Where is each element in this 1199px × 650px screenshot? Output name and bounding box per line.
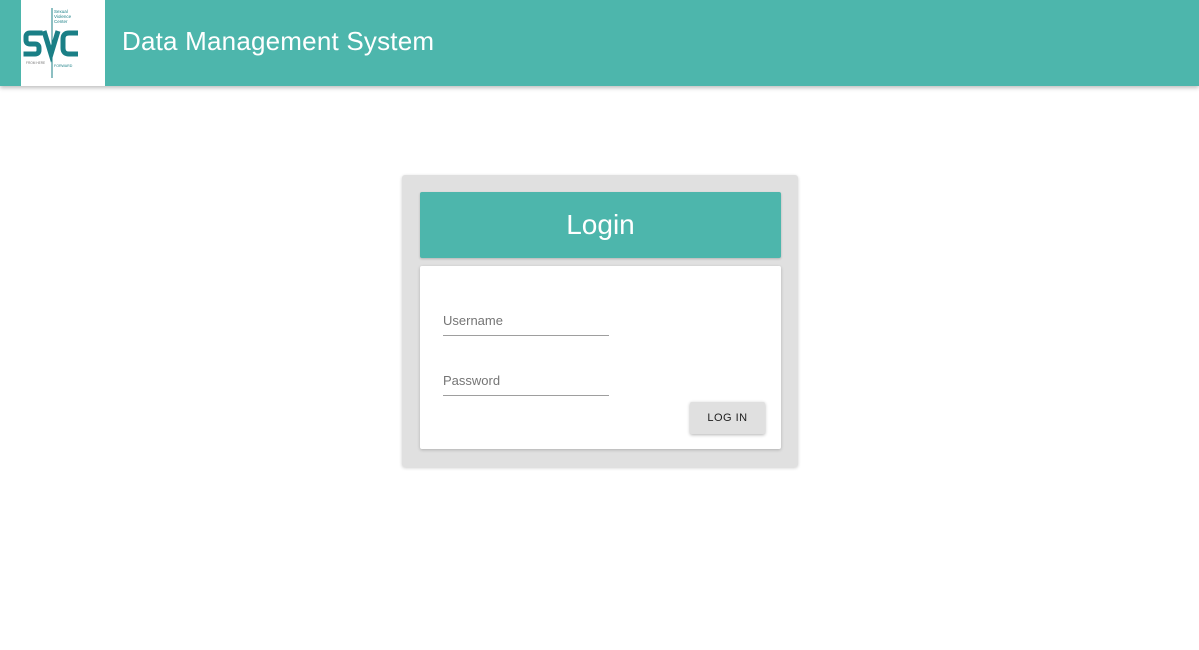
password-input[interactable] [443,365,609,396]
top-app-bar: Sexual Violence Center FROM HERE FORWARD… [0,0,1199,86]
login-form: LOG IN [420,266,781,449]
svg-text:FORWARD: FORWARD [54,64,73,68]
svg-text:Center: Center [54,19,68,24]
login-title: Login [566,209,635,240]
app-title: Data Management System [122,26,435,56]
svc-logo-graphic: Sexual Violence Center FROM HERE FORWARD [23,8,78,78]
login-panel: Login LOG IN [402,175,798,467]
login-header: Login [420,192,781,258]
username-input[interactable] [443,305,609,336]
svc-logo: Sexual Violence Center FROM HERE FORWARD [21,0,105,86]
log-in-button[interactable]: LOG IN [690,402,765,434]
svg-text:FROM HERE: FROM HERE [26,61,45,65]
